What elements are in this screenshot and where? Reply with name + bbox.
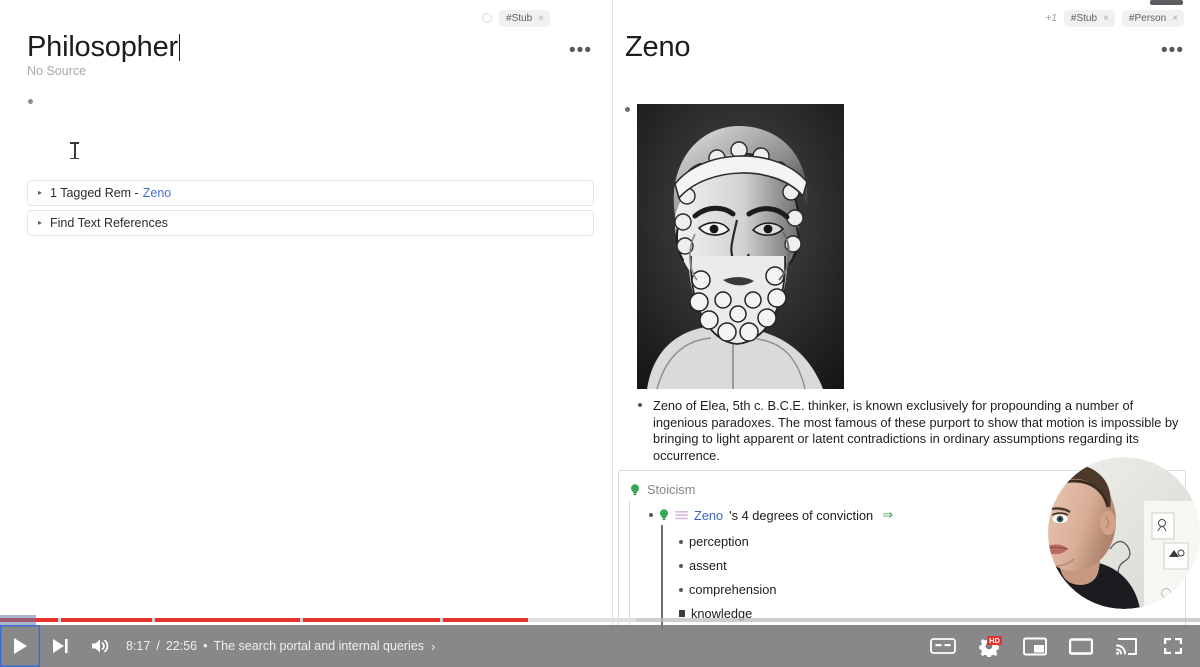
bullet-icon [649, 513, 653, 517]
stoicism-header[interactable]: Stoicism [630, 482, 695, 497]
player-left-controls: 8:17 / 22:56 • The search portal and int… [0, 625, 435, 667]
theater-icon [1069, 637, 1093, 655]
indent-guide [661, 525, 663, 629]
bullet-icon [679, 563, 683, 568]
tagged-rem-collapsible[interactable]: ▸ 1 Tagged Rem - Zeno [27, 180, 594, 206]
zeno-description-text: Zeno of Elea, 5th c. B.C.E. thinker, is … [653, 398, 1179, 463]
chapter-dot: • [203, 639, 208, 653]
tag-label: #Stub [1070, 12, 1098, 24]
video-control-bar: 8:17 / 22:56 • The search portal and int… [0, 625, 1200, 667]
tag-label: #Person [1128, 12, 1167, 24]
list-item-perception[interactable]: perception [679, 534, 749, 549]
cast-icon [1116, 637, 1137, 655]
fullscreen-button[interactable] [1150, 625, 1196, 667]
find-text-references-collapsible[interactable]: ▸ Find Text References [27, 210, 594, 236]
lightbulb-icon [631, 483, 639, 495]
list-item-label: perception [689, 534, 749, 549]
list-icon [675, 511, 688, 520]
next-icon [53, 639, 68, 653]
time-separator: / [156, 639, 160, 653]
image-bullet[interactable] [625, 107, 630, 112]
webcam-overlay[interactable] [1048, 457, 1200, 609]
progress-chapter-segment[interactable] [61, 618, 152, 622]
bullet-icon [679, 587, 683, 592]
text-caret [178, 34, 181, 61]
next-button[interactable] [40, 625, 80, 667]
miniplayer-button[interactable] [1012, 625, 1058, 667]
chevron-right-icon[interactable]: ▸ [38, 189, 42, 197]
theater-button[interactable] [1058, 625, 1104, 667]
screen-root: #Stub × Philosopher No Source ••• ▸ 1 Ta… [0, 0, 1200, 667]
circle-icon[interactable] [482, 13, 493, 23]
list-item-assent[interactable]: assent [679, 558, 727, 573]
left-more-menu-button[interactable]: ••• [569, 41, 592, 60]
miniplayer-icon [1023, 637, 1047, 655]
tag-chip-stub[interactable]: #Stub × [1063, 9, 1115, 27]
hd-badge: HD [987, 636, 1002, 645]
captions-button[interactable] [920, 625, 966, 667]
close-icon[interactable]: × [1103, 12, 1109, 25]
page-title[interactable]: Philosopher [27, 30, 181, 64]
left-tag-bar: #Stub × [482, 9, 550, 27]
right-page-title[interactable]: Zeno [625, 30, 691, 64]
zeno-description[interactable]: Zeno of Elea, 5th c. B.C.E. thinker, is … [638, 398, 1190, 464]
lightbulb-icon [660, 509, 668, 521]
progress-chapter-segment[interactable] [155, 618, 300, 622]
current-time: 8:17 [126, 639, 151, 653]
degrees-row-text: 's 4 degrees of conviction [729, 507, 874, 523]
video-progress-bar[interactable] [0, 615, 1200, 625]
tagged-rem-link[interactable]: Zeno [143, 186, 172, 200]
list-item-label: comprehension [689, 582, 777, 597]
page-title-text: Philosopher [27, 31, 178, 63]
empty-bullet[interactable] [28, 99, 33, 104]
scrollbar-thumb[interactable] [1150, 0, 1183, 5]
stoicism-header-label: Stoicism [647, 482, 696, 497]
duration: 22:56 [165, 639, 198, 653]
fullscreen-icon [1164, 638, 1182, 654]
time-and-chapter: 8:17 / 22:56 • The search portal and int… [126, 639, 435, 654]
arrow-right-icon: ⇒ [882, 507, 894, 522]
block-rail [629, 501, 630, 627]
source-label: No Source [27, 64, 87, 78]
chevron-right-icon[interactable]: ▸ [38, 219, 42, 227]
zeno-link[interactable]: Zeno [694, 508, 723, 523]
play-button[interactable] [0, 625, 40, 667]
player-right-controls: HD [920, 625, 1196, 667]
progress-chapter-segment[interactable] [443, 618, 528, 622]
chevron-right-icon[interactable]: › [431, 639, 435, 654]
degrees-of-conviction-row[interactable]: Zeno 's 4 degrees of conviction ⇒ [649, 507, 893, 523]
tag-chip-stub[interactable]: #Stub × [499, 9, 550, 27]
progress-chapter-segment[interactable] [303, 618, 440, 622]
close-icon[interactable]: × [1172, 12, 1178, 25]
tag-chip-person[interactable]: #Person × [1121, 9, 1184, 27]
find-text-references-label: Find Text References [50, 216, 168, 230]
tag-label: #Stub [506, 12, 533, 24]
progress-scrubber[interactable] [0, 615, 36, 625]
volume-icon [92, 639, 109, 653]
tagged-rem-label: 1 Tagged Rem - [50, 186, 139, 200]
progress-buffered [528, 618, 636, 622]
cast-button[interactable] [1104, 625, 1150, 667]
list-item-label: assent [689, 558, 727, 573]
right-more-menu-button[interactable]: ••• [1161, 41, 1184, 60]
list-item-comprehension[interactable]: comprehension [679, 582, 777, 597]
text-cursor-icon [70, 142, 79, 159]
bullet-icon [679, 539, 683, 544]
close-icon[interactable]: × [538, 12, 544, 25]
right-tag-bar: +1 #Stub × #Person × [1046, 9, 1184, 27]
zeno-portrait-image[interactable] [637, 104, 844, 389]
cc-icon [930, 638, 956, 654]
chapter-title[interactable]: The search portal and internal queries [214, 639, 425, 653]
play-icon [14, 638, 27, 654]
bullet-icon [638, 403, 642, 407]
settings-button[interactable]: HD [966, 625, 1012, 667]
left-document-pane: #Stub × Philosopher No Source ••• ▸ 1 Ta… [0, 0, 612, 667]
extra-tags-count[interactable]: +1 [1046, 13, 1057, 24]
volume-button[interactable] [80, 625, 120, 667]
